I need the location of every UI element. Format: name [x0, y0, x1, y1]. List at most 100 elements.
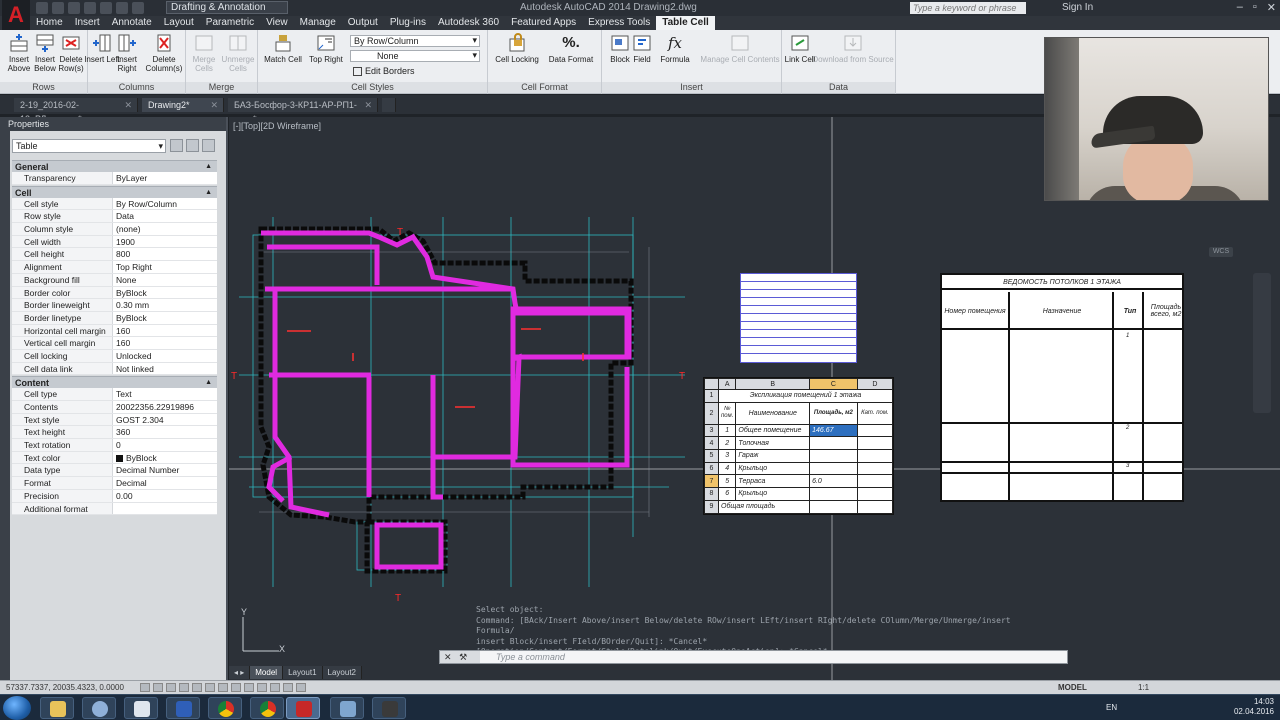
room-number-cell[interactable]: 2	[717, 436, 737, 451]
edit-borders-button[interactable]: Edit Borders	[353, 66, 415, 77]
qp-icon[interactable]	[270, 683, 280, 692]
property-row[interactable]: Vertical cell margin 160	[12, 337, 217, 350]
explication-table[interactable]: A B C D 1 Экспликация помещений 1 этажа …	[703, 377, 894, 515]
room-number-cell[interactable]: 6	[717, 487, 737, 501]
property-value[interactable]: Data	[113, 210, 217, 222]
application-menu-button[interactable]: A	[2, 0, 30, 30]
header-num-cell[interactable]: № пом.	[717, 401, 737, 425]
property-row[interactable]: Cell locking Unlocked	[12, 349, 217, 363]
minimize-icon[interactable]: –	[1237, 1, 1243, 14]
download-from-source-button[interactable]: Download from Source	[812, 33, 894, 64]
room-number-cell[interactable]: 1	[717, 423, 737, 438]
maximize-icon[interactable]: ▫	[1253, 1, 1257, 14]
table-row[interactable]: 5 3 Гараж	[704, 449, 894, 463]
insert-formula-button[interactable]: fx Formula	[657, 33, 693, 64]
quick-select-icon[interactable]	[202, 139, 215, 152]
table-row[interactable]: 9 Общая площадь	[704, 499, 894, 514]
insert-right-button[interactable]: Insert Right	[109, 33, 145, 73]
room-area-cell[interactable]	[809, 461, 858, 476]
property-row[interactable]: Border color ByBlock	[12, 286, 217, 300]
osnap-icon[interactable]	[192, 683, 202, 692]
property-row[interactable]: Cell style By Row/Column	[12, 197, 217, 211]
table-row[interactable]: 6 4 Крыльцо	[704, 461, 894, 476]
property-row[interactable]: Format Decimal	[12, 477, 217, 490]
save-icon[interactable]	[68, 2, 80, 14]
row-header[interactable]: 4	[704, 436, 719, 451]
property-value[interactable]: Not linked	[113, 363, 217, 375]
object-type-dropdown[interactable]: Table	[12, 139, 166, 153]
open-icon[interactable]	[52, 2, 64, 14]
section-general[interactable]: General	[12, 160, 217, 173]
room-area-cell[interactable]	[809, 449, 858, 463]
tab-home[interactable]: Home	[30, 16, 69, 30]
tab-express-tools[interactable]: Express Tools	[582, 16, 656, 30]
tab-layout1[interactable]: Layout1	[283, 666, 323, 679]
room-name-cell[interactable]: Крыльцо	[735, 487, 811, 501]
table-row[interactable]: 1 Экспликация помещений 1 этажа	[704, 389, 893, 403]
section-cell[interactable]: Cell	[12, 185, 217, 199]
property-row[interactable]: Row style Data	[12, 210, 217, 224]
room-category-cell[interactable]	[856, 449, 894, 463]
navigation-bar[interactable]	[1253, 273, 1271, 413]
room-name-cell[interactable]: Гараж	[735, 449, 811, 463]
property-row[interactable]: Cell height 800	[12, 248, 217, 262]
row-header[interactable]: 3	[704, 423, 719, 438]
header-name-cell[interactable]: Наименование	[735, 401, 811, 425]
property-value[interactable]: (none)	[113, 223, 217, 235]
select-objects-icon[interactable]	[186, 139, 199, 152]
property-row[interactable]: Border lineweight 0.30 mm	[12, 299, 217, 312]
property-value[interactable]: Decimal	[113, 477, 217, 489]
transparency-icon[interactable]	[257, 683, 267, 692]
property-row[interactable]: Horizontal cell margin 160	[12, 324, 217, 338]
room-name-cell[interactable]: Общее помещение	[735, 423, 811, 438]
undo-icon[interactable]	[116, 2, 128, 14]
room-category-cell[interactable]	[856, 423, 894, 438]
command-line[interactable]: ✕ ⚒ Type a command	[439, 650, 1068, 664]
ceiling-schedule-table[interactable]: ВЕДОМОСТЬ ПОТОЛКОВ 1 ЭТАЖА Номер помещен…	[940, 273, 1184, 502]
total-category-cell[interactable]	[856, 499, 894, 514]
table-row[interactable]: 2 № пом. Наименование Площадь, м2 Кат. п…	[704, 401, 894, 425]
property-row[interactable]: Text color ByBlock	[12, 451, 217, 465]
doc-tab-3[interactable]: БАЗ-Босфор-3-КР11-АР-РП1-корр*✕	[228, 98, 378, 124]
otrack-icon[interactable]	[205, 683, 215, 692]
tab-featured-apps[interactable]: Featured Apps	[505, 16, 582, 30]
background-fill-dropdown[interactable]: None	[350, 50, 480, 62]
property-value[interactable]: 360	[113, 426, 217, 438]
ducs-icon[interactable]	[218, 683, 228, 692]
property-value[interactable]: 160	[113, 337, 217, 349]
pickadd-icon[interactable]	[170, 139, 183, 152]
room-category-cell[interactable]	[856, 474, 894, 489]
property-row[interactable]: Text style GOST 2.304	[12, 413, 217, 427]
table-row[interactable]: 3 1 Общее помещение 146.67	[704, 423, 894, 438]
workspace-dropdown[interactable]: Drafting & Annotation	[166, 1, 288, 14]
taskbar-chrome-2[interactable]	[250, 697, 284, 719]
doc-tab-1[interactable]: 2-19_2016-02-12_РД_планы*✕	[14, 98, 138, 124]
close-icon[interactable]: ✕	[364, 98, 372, 112]
taskbar-app-3[interactable]	[124, 697, 158, 719]
property-row[interactable]: Text height 360	[12, 426, 217, 440]
new-tab-button[interactable]	[382, 98, 396, 112]
taskbar-chrome[interactable]	[208, 697, 242, 719]
command-input[interactable]: Type a command	[496, 651, 565, 663]
property-value[interactable]: 20022356.22919896	[113, 401, 217, 413]
property-value[interactable]: 0	[113, 439, 217, 451]
property-value[interactable]: GOST 2.304	[113, 414, 217, 426]
property-row[interactable]: Border linetype ByBlock	[12, 311, 217, 325]
wrench-icon[interactable]: ⚒	[459, 652, 467, 662]
property-value[interactable]: 0.30 mm	[113, 299, 217, 311]
tab-annotate[interactable]: Annotate	[106, 16, 158, 30]
manage-cell-contents-button[interactable]: Manage Cell Contents	[700, 33, 780, 64]
column-header-b[interactable]: B	[735, 378, 811, 390]
property-row[interactable]: Contents 20022356.22919896	[12, 401, 217, 414]
tab-manage[interactable]: Manage	[294, 16, 342, 30]
layout-nav[interactable]: ◂ ▸	[229, 666, 251, 679]
property-row[interactable]: Cell type Text	[12, 388, 217, 401]
top-right-button[interactable]: Top Right	[306, 33, 346, 64]
property-row[interactable]: Data type Decimal Number	[12, 464, 217, 478]
property-value[interactable]: Top Right	[113, 261, 217, 273]
property-value[interactable]: 1900	[113, 236, 217, 248]
close-icon[interactable]: ✕	[210, 98, 218, 112]
room-number-cell[interactable]: 5	[717, 474, 737, 489]
property-value[interactable]: By Row/Column	[113, 198, 217, 210]
grid-icon[interactable]	[153, 683, 163, 692]
